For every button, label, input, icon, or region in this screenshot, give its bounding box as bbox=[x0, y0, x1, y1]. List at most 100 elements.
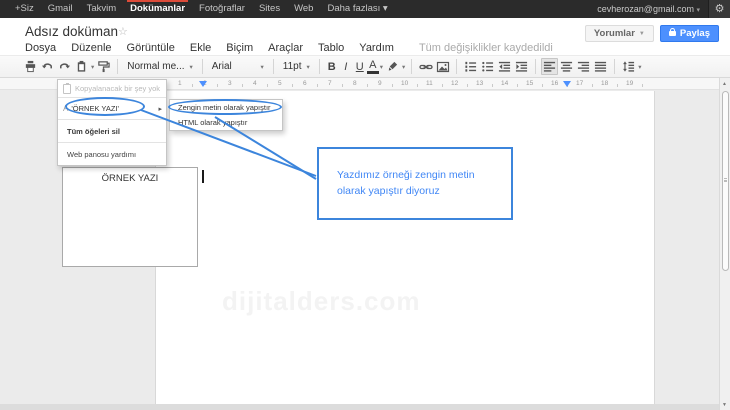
highlight-color-icon[interactable] bbox=[384, 58, 401, 75]
undo-icon[interactable] bbox=[39, 58, 56, 75]
menu-item-copied-text[interactable]: A 'ÖRNEK YAZI' ▸ bbox=[58, 98, 166, 119]
menu-help[interactable]: Yardım bbox=[359, 42, 394, 54]
ruler-number: 5 bbox=[278, 80, 282, 87]
styles-dropdown[interactable]: Normal me...▾ bbox=[123, 61, 197, 72]
ruler-number: 12 bbox=[451, 80, 458, 87]
ruler-number: 14 bbox=[501, 80, 508, 87]
chevron-down-icon: ▾ bbox=[696, 7, 700, 14]
ruler-number: 16 bbox=[551, 80, 558, 87]
ruler-tick bbox=[417, 84, 418, 87]
menu-item-clipboard-help[interactable]: Web panosu yardımı bbox=[58, 143, 166, 165]
ruler-number: 13 bbox=[476, 80, 483, 87]
topbar-link-sites[interactable]: Sites bbox=[252, 0, 287, 18]
sample-textbox[interactable]: ÖRNEK YAZI bbox=[62, 167, 198, 267]
share-button[interactable]: Paylaş bbox=[660, 25, 719, 42]
ruler-number: 15 bbox=[526, 80, 533, 87]
ruler-tick bbox=[642, 84, 643, 87]
chevron-down-icon[interactable]: ▾ bbox=[638, 63, 641, 71]
menu-insert[interactable]: Ekle bbox=[190, 42, 211, 54]
submenu-item-paste-rich-text[interactable]: Zengin metin olarak yapıştır bbox=[170, 100, 282, 115]
scroll-down-icon[interactable]: ▼ bbox=[722, 402, 727, 408]
ruler-tick bbox=[442, 84, 443, 87]
gear-icon[interactable]: ⚙ bbox=[708, 0, 730, 18]
font-value: Arial bbox=[212, 61, 232, 72]
align-left-button[interactable] bbox=[541, 58, 558, 75]
underline-button[interactable]: U bbox=[353, 61, 367, 73]
toolbar-separator bbox=[411, 59, 412, 74]
text-type-icon: A bbox=[63, 104, 68, 113]
document-title[interactable]: Adsız doküman bbox=[25, 24, 118, 39]
ruler-tick bbox=[617, 84, 618, 87]
bulleted-list-icon[interactable] bbox=[479, 58, 496, 75]
ruler-tick bbox=[542, 84, 543, 87]
google-services-nav: +Siz Gmail Takvim Dokümanlar Fotoğraflar… bbox=[0, 0, 395, 18]
chevron-down-icon[interactable]: ▾ bbox=[402, 63, 405, 71]
menu-edit[interactable]: Düzenle bbox=[71, 42, 111, 54]
toolbar-separator bbox=[202, 59, 203, 74]
chevron-down-icon: ▾ bbox=[307, 63, 310, 71]
account-email: cevherozan@gmail.com bbox=[597, 4, 694, 14]
submenu-item-paste-html[interactable]: HTML olarak yapıştır bbox=[170, 115, 282, 130]
ruler-tick bbox=[367, 84, 368, 87]
menu-item-delete-all[interactable]: Tüm öğeleri sil bbox=[58, 120, 166, 142]
menu-table[interactable]: Tablo bbox=[318, 42, 344, 54]
menu-view[interactable]: Görüntüle bbox=[127, 42, 175, 54]
scrollbar-thumb[interactable] bbox=[722, 91, 729, 271]
horizontal-scrollbar[interactable] bbox=[0, 404, 719, 410]
nothing-to-copy-label: Kopyalanacak bir şey yok bbox=[75, 84, 160, 93]
left-margin-marker[interactable] bbox=[199, 81, 207, 87]
topbar-link-documents[interactable]: Dokümanlar bbox=[123, 0, 192, 18]
numbered-list-icon[interactable] bbox=[462, 58, 479, 75]
chevron-down-icon[interactable]: ▾ bbox=[91, 63, 94, 71]
ruler-number: 6 bbox=[303, 80, 307, 87]
topbar-link-photos[interactable]: Fotoğraflar bbox=[192, 0, 252, 18]
topbar-link-gmail[interactable]: Gmail bbox=[41, 0, 80, 18]
line-spacing-icon[interactable] bbox=[620, 58, 637, 75]
comments-button[interactable]: Yorumlar▼ bbox=[585, 25, 654, 42]
copied-text-label: 'ÖRNEK YAZI' bbox=[71, 104, 119, 113]
ruler-number: 8 bbox=[353, 80, 357, 87]
align-center-button[interactable] bbox=[558, 58, 575, 75]
align-right-button[interactable] bbox=[575, 58, 592, 75]
print-icon[interactable] bbox=[22, 58, 39, 75]
toolbar-separator bbox=[535, 59, 536, 74]
text-color-button[interactable]: A bbox=[367, 60, 379, 74]
ruler-number: 18 bbox=[601, 80, 608, 87]
italic-button[interactable]: I bbox=[339, 61, 353, 73]
increase-indent-icon[interactable] bbox=[513, 58, 530, 75]
web-clipboard-menu: Kopyalanacak bir şey yok A 'ÖRNEK YAZI' … bbox=[57, 79, 167, 166]
topbar-link-plus[interactable]: +Siz bbox=[8, 0, 41, 18]
decrease-indent-icon[interactable] bbox=[496, 58, 513, 75]
text-cursor bbox=[202, 170, 204, 183]
scroll-up-icon[interactable]: ▲ bbox=[722, 81, 727, 87]
toolbar-separator bbox=[319, 59, 320, 74]
font-size-dropdown[interactable]: 11pt▾ bbox=[279, 61, 314, 72]
menu-tools[interactable]: Araçlar bbox=[268, 42, 303, 54]
redo-icon[interactable] bbox=[56, 58, 73, 75]
chevron-down-icon[interactable]: ▾ bbox=[380, 63, 383, 71]
star-icon[interactable]: ☆ bbox=[118, 25, 128, 38]
topbar-link-web[interactable]: Web bbox=[287, 0, 320, 18]
font-dropdown[interactable]: Arial▾ bbox=[208, 61, 268, 72]
paint-format-icon[interactable] bbox=[95, 58, 112, 75]
styles-value: Normal me... bbox=[127, 61, 184, 72]
vertical-scrollbar[interactable]: ▲ ▼ bbox=[719, 78, 730, 410]
submenu-arrow-icon: ▸ bbox=[158, 105, 162, 113]
web-clipboard-icon[interactable] bbox=[73, 58, 90, 75]
account-email-menu[interactable]: cevherozan@gmail.com ▾ bbox=[597, 4, 708, 14]
ruler-tick bbox=[392, 84, 393, 87]
document-page[interactable] bbox=[155, 91, 655, 404]
topbar-link-more[interactable]: Daha fazlası ▾ bbox=[320, 0, 394, 18]
bold-button[interactable]: B bbox=[325, 61, 339, 73]
header-actions: Yorumlar▼ Paylaş bbox=[585, 25, 719, 42]
right-margin-marker[interactable] bbox=[563, 81, 571, 87]
editor-toolbar: ▾ Normal me...▾ Arial▾ 11pt▾ B I U A ▾ ▾ bbox=[0, 55, 730, 78]
insert-image-icon[interactable] bbox=[434, 58, 451, 75]
ruler-tick bbox=[317, 84, 318, 87]
ruler-tick bbox=[192, 84, 193, 87]
insert-link-icon[interactable] bbox=[417, 58, 434, 75]
align-justify-button[interactable] bbox=[592, 58, 609, 75]
menu-file[interactable]: Dosya bbox=[25, 42, 56, 54]
topbar-link-calendar[interactable]: Takvim bbox=[80, 0, 124, 18]
menu-format[interactable]: Biçim bbox=[226, 42, 253, 54]
